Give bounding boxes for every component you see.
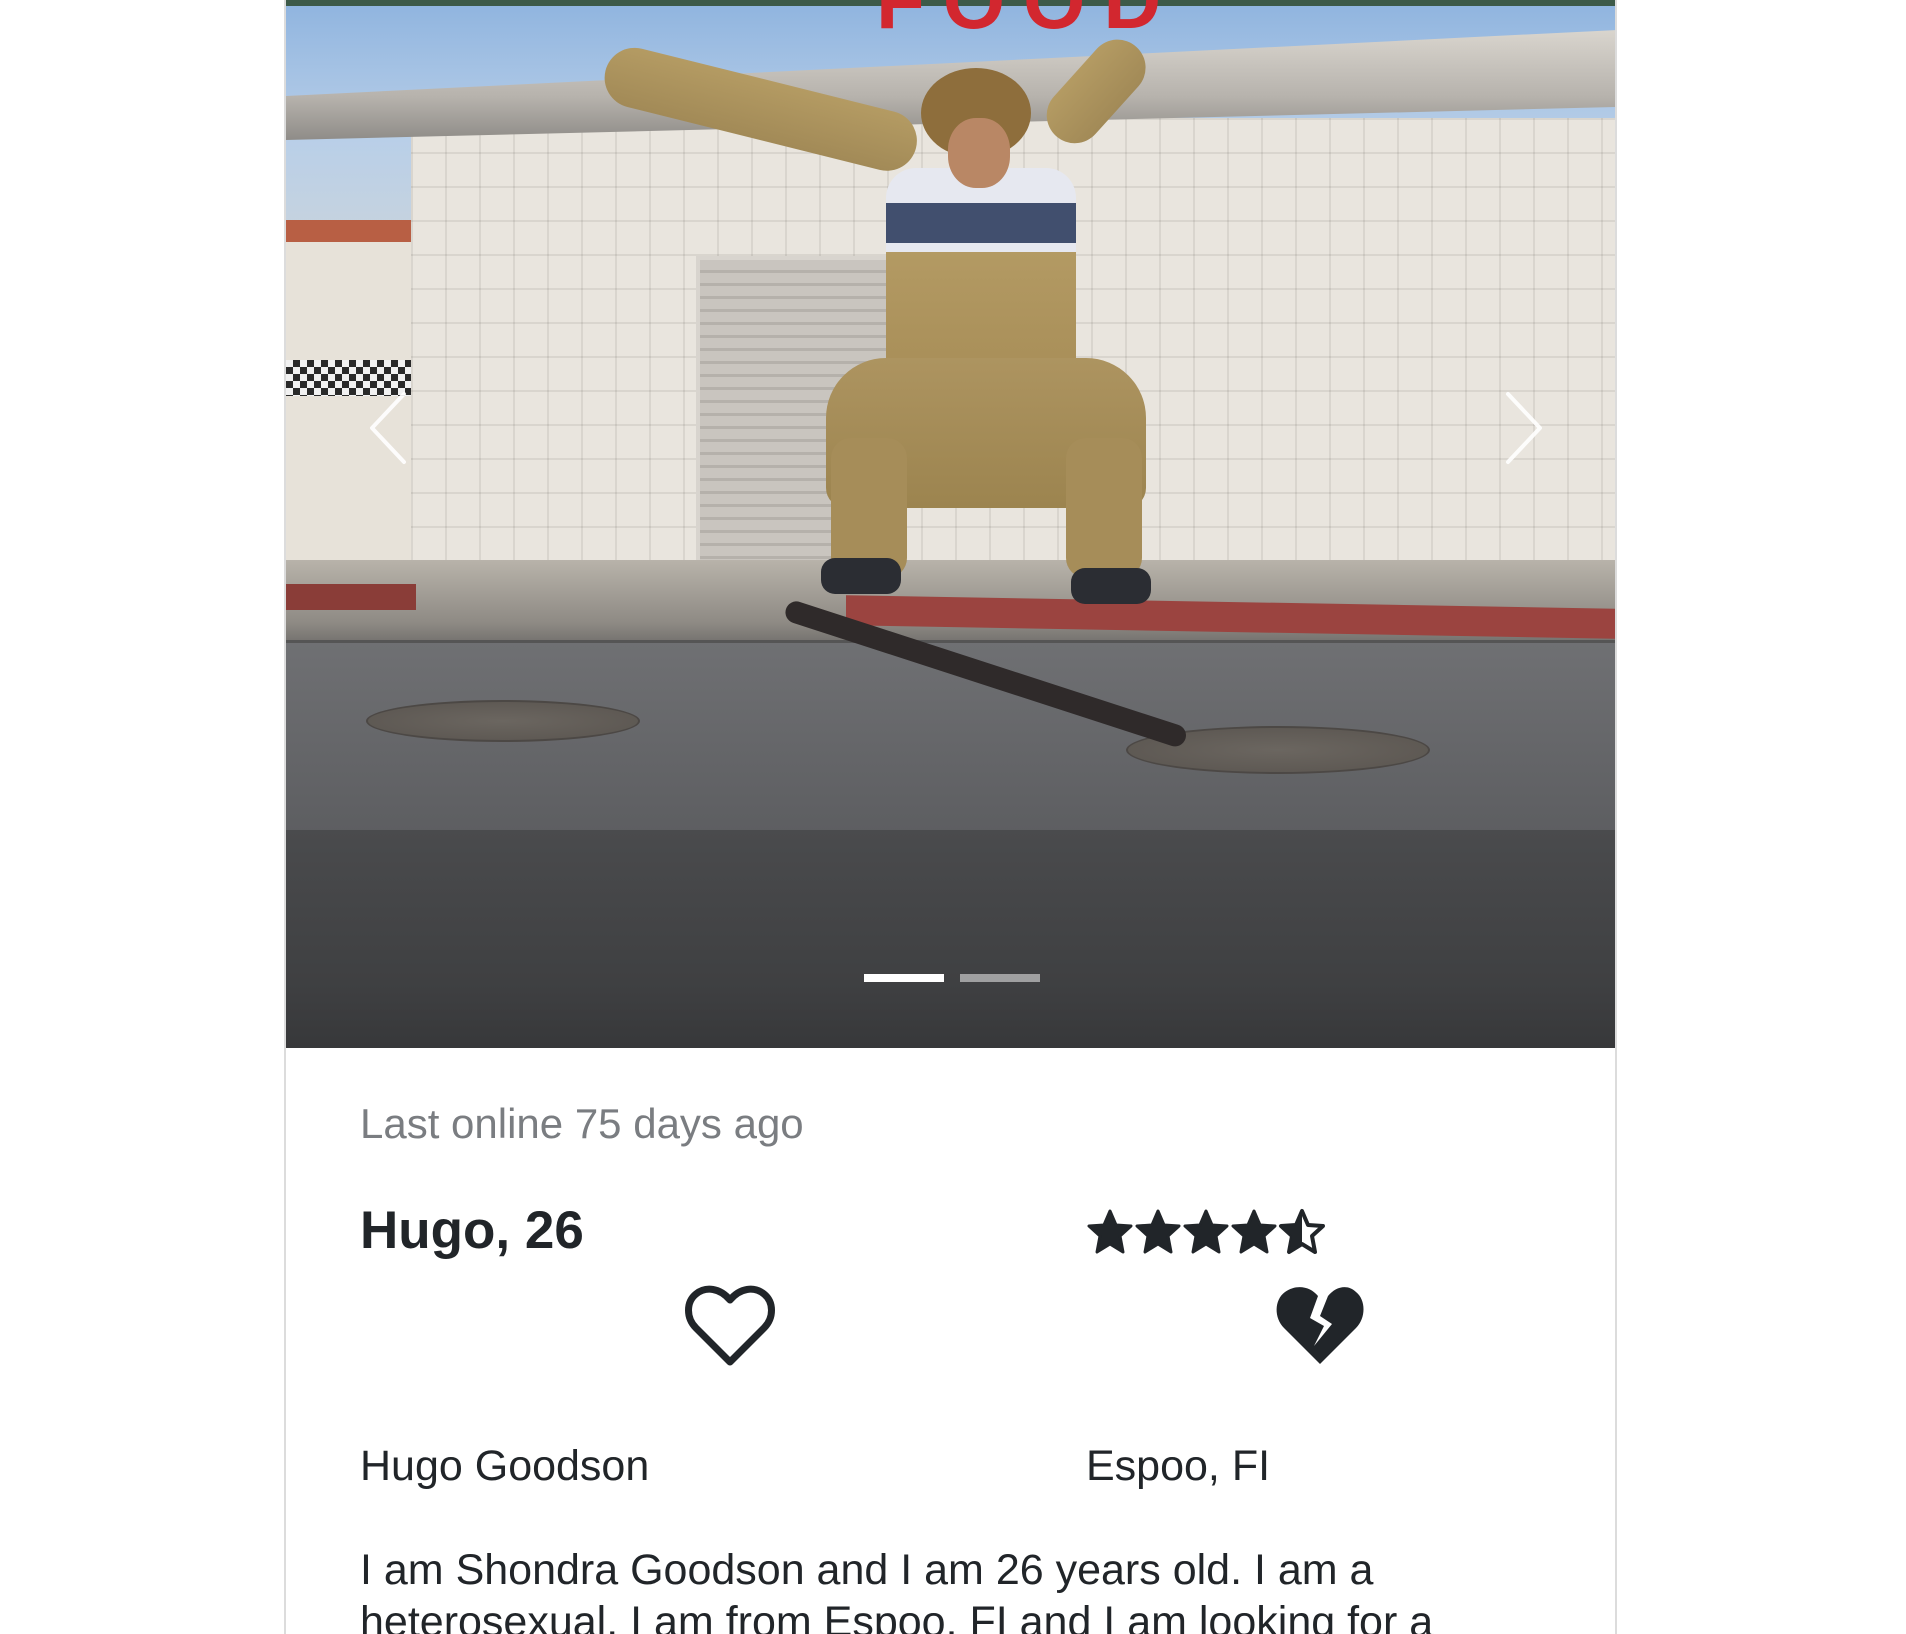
photo-road — [286, 830, 1615, 1048]
skater-leg — [1066, 438, 1142, 578]
like-button[interactable] — [684, 1284, 776, 1368]
profile-card: FOOD — [284, 0, 1617, 1634]
heart-outline-icon — [685, 1285, 775, 1366]
carousel-indicator[interactable] — [959, 974, 1040, 982]
star-filled-icon — [1183, 1209, 1229, 1254]
profile-full-name: Hugo Goodson — [360, 1442, 650, 1490]
profile-name-age: Hugo, 26 — [360, 1201, 584, 1260]
profile-bio: I am Shondra Goodson and I am 26 years o… — [360, 1546, 1434, 1634]
carousel-indicators — [286, 974, 1615, 982]
skater-shoe — [821, 558, 901, 594]
photo-red-curb-left — [286, 584, 416, 610]
chevron-right-icon — [1506, 392, 1542, 464]
star-filled-icon — [1135, 1209, 1181, 1254]
chevron-left-icon — [370, 392, 406, 464]
broken-heart-icon — [1276, 1287, 1364, 1364]
carousel-prev-button[interactable] — [364, 388, 414, 468]
carousel-indicator[interactable] — [863, 974, 944, 982]
star-filled-icon — [1231, 1209, 1277, 1254]
skater-torso — [886, 168, 1076, 378]
rating-stars — [1086, 1208, 1326, 1258]
skater-leg — [831, 438, 907, 578]
skater-face — [948, 118, 1010, 188]
profile-photo-carousel[interactable]: FOOD — [286, 0, 1615, 1048]
star-half-icon — [1279, 1209, 1325, 1254]
photo-sign: FOOD — [876, 0, 1206, 32]
dislike-button[interactable] — [1274, 1284, 1366, 1368]
profile-location: Espoo, FI — [1086, 1442, 1271, 1490]
star-filled-icon — [1087, 1209, 1133, 1254]
skater-shoe — [1071, 568, 1151, 604]
carousel-next-button[interactable] — [1498, 388, 1548, 468]
photo-manhole — [366, 700, 640, 742]
last-online-text: Last online 75 days ago — [360, 1100, 804, 1147]
skater-stripe — [886, 203, 1076, 243]
